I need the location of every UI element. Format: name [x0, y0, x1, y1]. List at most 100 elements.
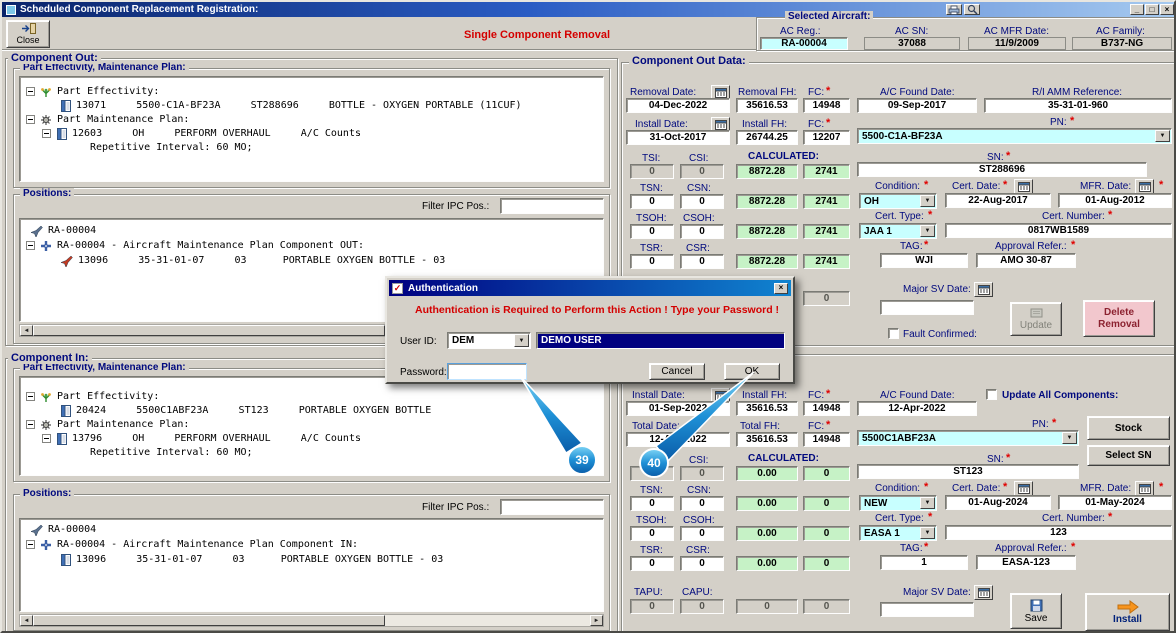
collapse-icon[interactable]	[26, 540, 35, 549]
out-filter-ipc-input[interactable]	[500, 198, 604, 214]
csoh-field[interactable]: 0	[680, 224, 724, 239]
in-plan-tree[interactable]: Part Effectivity: 20424 5500C1ABF23A ST1…	[19, 376, 604, 476]
print-icon-button[interactable]	[946, 4, 962, 15]
window-titlebar[interactable]: Scheduled Component Replacement Registra…	[2, 2, 1174, 17]
removal-fc-field[interactable]: 14948	[803, 98, 850, 113]
tsn-field[interactable]: 0	[630, 194, 674, 209]
cert-date-field[interactable]: 22-Aug-2017	[945, 193, 1051, 208]
calendar-icon-button[interactable]	[1014, 179, 1033, 194]
tree-item-maintenance-task[interactable]: 13796 OH PERFORM OVERHAUL A/C Counts	[42, 432, 361, 445]
calendar-icon-button[interactable]	[974, 585, 993, 600]
tag-field[interactable]: WJI	[880, 253, 968, 268]
install-fc-field[interactable]: 14948	[803, 401, 850, 416]
stock-button[interactable]: Stock	[1087, 416, 1170, 440]
approval-refer-field[interactable]: AMO 30-87	[976, 253, 1076, 268]
chevron-down-icon[interactable]: ▼	[920, 497, 935, 509]
dialog-close-button[interactable]: ×	[774, 282, 788, 294]
cert-number-field[interactable]: 123	[945, 525, 1172, 540]
select-sn-button[interactable]: Select SN	[1087, 445, 1170, 466]
tree-node-part-effectivity[interactable]: Part Effectivity:	[26, 390, 159, 403]
minimize-button[interactable]: _	[1130, 4, 1144, 15]
tsoh-field[interactable]: 0	[630, 526, 674, 541]
save-button[interactable]: Save	[1010, 593, 1062, 629]
tsn-field[interactable]: 0	[630, 496, 674, 511]
collapse-icon[interactable]	[42, 434, 51, 443]
scrollbar-thumb[interactable]	[33, 615, 385, 626]
tree-node-plan-component-out[interactable]: RA-00004 - Aircraft Maintenance Plan Com…	[26, 239, 364, 252]
condition-select[interactable]: OH ▼	[859, 193, 937, 209]
user-id-select[interactable]: DEM ▼	[447, 332, 531, 349]
pn-select[interactable]: 5500C1ABF23A ▼	[857, 430, 1079, 446]
cert-date-field[interactable]: 01-Aug-2024	[945, 495, 1051, 510]
tree-node-aircraft[interactable]: RA-00004	[30, 224, 96, 237]
password-input[interactable]	[447, 363, 527, 380]
total-fh-field[interactable]: 35616.53	[736, 432, 798, 447]
out-plan-tree[interactable]: Part Effectivity: 13071 5500-C1A-BF23A S…	[19, 76, 604, 182]
install-date-field[interactable]: 31-Oct-2017	[626, 130, 730, 145]
collapse-icon[interactable]	[42, 129, 51, 138]
close-form-button[interactable]: Close	[6, 20, 50, 48]
mfr-date-field[interactable]: 01-Aug-2012	[1058, 193, 1172, 208]
sn-field[interactable]: ST123	[857, 464, 1079, 479]
in-positions-scrollbar[interactable]: ◄ ►	[19, 614, 604, 627]
collapse-icon[interactable]	[26, 241, 35, 250]
chevron-down-icon[interactable]: ▼	[920, 195, 935, 207]
chevron-down-icon[interactable]: ▼	[920, 225, 935, 237]
chevron-down-icon[interactable]: ▼	[1062, 432, 1077, 444]
tsoh-field[interactable]: 0	[630, 224, 674, 239]
ac-reg-field[interactable]: RA-00004	[760, 37, 848, 50]
pn-select[interactable]: 5500-C1A-BF23A ▼	[857, 128, 1172, 144]
delete-removal-button[interactable]: Delete Removal	[1083, 300, 1155, 337]
csn-field[interactable]: 0	[680, 496, 724, 511]
tree-item-position-in[interactable]: 13096 35-31-01-07 03 PORTABLE OXYGEN BOT…	[60, 553, 443, 566]
approval-refer-field[interactable]: EASA-123	[976, 555, 1076, 570]
authentication-dialog-titlebar[interactable]: ✓ Authentication ×	[389, 280, 791, 296]
collapse-icon[interactable]	[26, 392, 35, 401]
total-fc-field[interactable]: 14948	[803, 432, 850, 447]
close-window-button[interactable]: ×	[1160, 4, 1174, 15]
install-button[interactable]: Install	[1085, 593, 1170, 631]
cert-type-select[interactable]: EASA 1 ▼	[859, 525, 937, 541]
tree-node-maintenance-plan[interactable]: Part Maintenance Plan:	[26, 418, 189, 431]
tree-item-effectivity-part[interactable]: 20424 5500C1ABF23A ST123 PORTABLE OXYGEN…	[60, 404, 431, 417]
scroll-left-icon[interactable]: ◄	[20, 325, 33, 336]
scroll-left-icon[interactable]: ◄	[20, 615, 33, 626]
in-positions-tree[interactable]: RA-00004 RA-00004 - Aircraft Maintenance…	[19, 518, 604, 612]
mfr-date-field[interactable]: 01-May-2024	[1058, 495, 1172, 510]
ac-found-date-field[interactable]: 12-Apr-2022	[857, 401, 977, 416]
csr-field[interactable]: 0	[680, 556, 724, 571]
maximize-button[interactable]: □	[1145, 4, 1159, 15]
collapse-icon[interactable]	[26, 87, 35, 96]
csn-field[interactable]: 0	[680, 194, 724, 209]
calendar-icon-button[interactable]	[974, 282, 993, 297]
collapse-icon[interactable]	[26, 115, 35, 124]
major-sv-date-field[interactable]	[880, 300, 974, 315]
chevron-down-icon[interactable]: ▼	[920, 527, 935, 539]
tree-item-maintenance-task[interactable]: 12603 OH PERFORM OVERHAUL A/C Counts	[42, 127, 361, 140]
calendar-icon-button[interactable]	[1135, 179, 1154, 194]
csr-field[interactable]: 0	[680, 254, 724, 269]
update-button[interactable]: Update	[1010, 302, 1062, 336]
install-fh-field[interactable]: 35616.53	[736, 401, 798, 416]
install-fh-field[interactable]: 26744.25	[736, 130, 798, 145]
major-sv-date-field[interactable]	[880, 602, 974, 617]
calendar-icon-button[interactable]	[1135, 481, 1154, 496]
ri-amm-reference-field[interactable]: 35-31-01-960	[984, 98, 1172, 113]
removal-fh-field[interactable]: 35616.53	[736, 98, 798, 113]
cancel-button[interactable]: Cancel	[649, 363, 705, 380]
sn-field[interactable]: ST288696	[857, 162, 1147, 177]
removal-date-field[interactable]: 04-Dec-2022	[626, 98, 730, 113]
chevron-down-icon[interactable]: ▼	[1155, 130, 1170, 142]
cert-type-select[interactable]: JAA 1 ▼	[859, 223, 937, 239]
chevron-down-icon[interactable]: ▼	[514, 334, 529, 347]
calendar-icon-button[interactable]	[1014, 481, 1033, 496]
fault-confirmed-checkbox[interactable]	[888, 328, 899, 339]
in-filter-ipc-input[interactable]	[500, 499, 604, 515]
condition-select[interactable]: NEW ▼	[859, 495, 937, 511]
scrollbar-thumb[interactable]	[33, 325, 385, 336]
ok-button[interactable]: OK	[724, 363, 780, 380]
install-fc-field[interactable]: 12207	[803, 130, 850, 145]
install-date-field[interactable]: 01-Sep-2022	[626, 401, 730, 416]
tree-item-repetitive-interval[interactable]: Repetitive Interval: 60 MO;	[90, 141, 253, 154]
scroll-right-icon[interactable]: ►	[590, 615, 603, 626]
